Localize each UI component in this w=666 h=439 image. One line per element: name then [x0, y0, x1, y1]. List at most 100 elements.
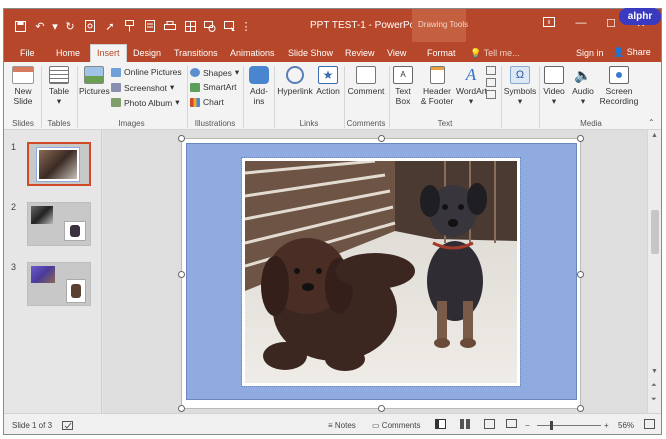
action-button[interactable]: ★ Action — [314, 66, 342, 96]
scrollbar-thumb[interactable] — [651, 210, 659, 254]
slide-sorter-view-icon[interactable] — [460, 419, 471, 429]
slide-number-icon[interactable] — [486, 78, 496, 87]
smartart-button[interactable]: SmartArt — [190, 82, 237, 92]
selection-handle[interactable] — [577, 135, 584, 142]
notes-button[interactable]: ≡ Notes — [328, 421, 356, 430]
spell-check-icon[interactable] — [62, 421, 73, 432]
undo-dropdown-icon[interactable]: ▾ — [50, 17, 60, 35]
fit-to-window-icon[interactable] — [644, 419, 655, 429]
tab-animations[interactable]: Animations — [230, 45, 275, 62]
new-slide-button[interactable]: New Slide — [8, 66, 38, 106]
slide-thumbnails-panel: 1 2 3 — [4, 130, 102, 413]
sign-in-link[interactable]: Sign in — [576, 48, 604, 58]
scroll-down-icon[interactable]: ▼ — [651, 368, 658, 375]
object-icon[interactable] — [486, 90, 496, 99]
video-button[interactable]: Video ▾ — [541, 66, 567, 106]
current-slide[interactable] — [178, 135, 584, 412]
tell-me-box[interactable]: 💡 Tell me... — [470, 48, 520, 59]
symbols-dropdown-icon: ▾ — [517, 96, 523, 106]
file-icon[interactable] — [140, 17, 160, 35]
print-icon[interactable] — [160, 17, 180, 35]
tab-design[interactable]: Design — [133, 45, 161, 62]
speaker-icon: 🔈 — [574, 67, 592, 83]
slide-number-1: 1 — [11, 142, 17, 152]
selection-handle[interactable] — [178, 271, 185, 278]
collapse-ribbon-icon[interactable]: ⌃ — [648, 118, 655, 127]
zoom-out-icon[interactable]: − — [525, 421, 530, 430]
ribbon-separator — [243, 66, 244, 128]
tab-home[interactable]: Home — [56, 45, 80, 62]
notes-icon: ≡ — [328, 421, 333, 430]
undo-icon[interactable]: ↶ — [30, 17, 50, 35]
pointer-icon[interactable]: ➚ — [100, 17, 120, 35]
table-button[interactable]: Table ▾ — [44, 66, 74, 106]
header-footer-button[interactable]: Header & Footer — [417, 66, 457, 106]
text-box-button[interactable]: A Text Box — [391, 66, 415, 106]
symbols-button[interactable]: Ω Symbols ▾ — [503, 66, 537, 106]
comment-button[interactable]: Comment — [346, 66, 386, 96]
shapes-dropdown-icon: ▾ — [234, 67, 240, 77]
pictures-button[interactable]: Pictures — [79, 66, 110, 96]
customize-icon[interactable]: ⋮ — [240, 17, 252, 35]
table-icon[interactable] — [180, 17, 200, 35]
addins-button[interactable]: Add- ins — [246, 66, 272, 106]
selection-handle[interactable] — [378, 405, 385, 412]
dogs-photo[interactable] — [241, 157, 521, 387]
screenshot-button[interactable]: Screenshot ▾ — [111, 82, 174, 93]
tab-transitions[interactable]: Transitions — [174, 45, 218, 62]
tab-view[interactable]: View — [387, 45, 406, 62]
next-slide-icon[interactable]: ⏷ — [651, 396, 657, 404]
online-pictures-icon — [111, 67, 121, 77]
comments-button[interactable]: ▭ Comments — [372, 421, 420, 430]
vertical-scrollbar[interactable]: ▲ ▼ ⏶ ⏷ — [647, 130, 661, 413]
date-time-icon[interactable] — [486, 66, 496, 75]
zoom-level[interactable]: 56% — [618, 421, 634, 430]
hyperlink-button[interactable]: Hyperlink — [276, 66, 314, 96]
lightbulb-icon: 💡 — [470, 48, 482, 58]
tab-file[interactable]: File — [20, 45, 35, 62]
slide-show-view-icon[interactable] — [506, 419, 517, 428]
tab-format[interactable]: Format — [427, 45, 456, 62]
selection-handle[interactable] — [378, 135, 385, 142]
tell-me-text: Tell me... — [483, 48, 520, 58]
tab-review[interactable]: Review — [345, 45, 375, 62]
selection-handle[interactable] — [178, 135, 185, 142]
previous-slide-icon[interactable]: ⏶ — [651, 382, 657, 390]
blue-background-shape[interactable] — [186, 143, 577, 400]
new-slide-label-1: New — [14, 86, 32, 96]
minimize-icon[interactable]: — — [567, 17, 595, 35]
slide-thumbnail-1[interactable] — [27, 142, 91, 186]
table-label: Table — [48, 86, 70, 96]
wordart-button[interactable]: A WordArt ▾ — [456, 66, 487, 107]
share-button[interactable]: 👤 Share — [613, 47, 651, 58]
reading-view-icon[interactable] — [484, 419, 495, 429]
slide-thumbnail-3[interactable] — [27, 262, 91, 306]
selection-handle[interactable] — [178, 405, 185, 412]
print-preview-icon[interactable] — [80, 17, 100, 35]
zoom-slider-thumb[interactable] — [550, 421, 553, 430]
chart-button[interactable]: Chart — [190, 97, 224, 107]
slide-2-image-right — [64, 221, 86, 241]
ribbon-display-options-icon[interactable] — [535, 17, 563, 35]
scroll-up-icon[interactable]: ▲ — [651, 132, 658, 139]
shapes-button[interactable]: Shapes ▾ — [190, 67, 239, 78]
screen-recording-button[interactable]: Screen Recording — [598, 66, 640, 106]
shapes-icon[interactable] — [200, 17, 220, 35]
selection-handle[interactable] — [577, 271, 584, 278]
slide-thumbnail-2[interactable] — [27, 202, 91, 246]
text-box-icon: A — [393, 66, 413, 84]
redo-icon[interactable]: ↻ — [60, 17, 80, 35]
zoom-in-icon[interactable]: + — [604, 421, 609, 430]
tab-insert[interactable]: Insert — [90, 44, 127, 62]
selection-handle[interactable] — [577, 405, 584, 412]
group-links-label: Links — [299, 119, 319, 128]
save-icon[interactable] — [10, 17, 30, 35]
tab-slide-show[interactable]: Slide Show — [288, 45, 333, 62]
normal-view-icon[interactable] — [435, 419, 446, 429]
online-pictures-button[interactable]: Online Pictures — [111, 67, 182, 77]
audio-button[interactable]: 🔈 Audio ▾ — [570, 66, 596, 106]
format-painter-icon[interactable] — [120, 17, 140, 35]
zoom-slider[interactable] — [537, 425, 601, 426]
cursor-icon[interactable] — [220, 17, 240, 35]
photo-album-button[interactable]: Photo Album ▾ — [111, 97, 179, 108]
